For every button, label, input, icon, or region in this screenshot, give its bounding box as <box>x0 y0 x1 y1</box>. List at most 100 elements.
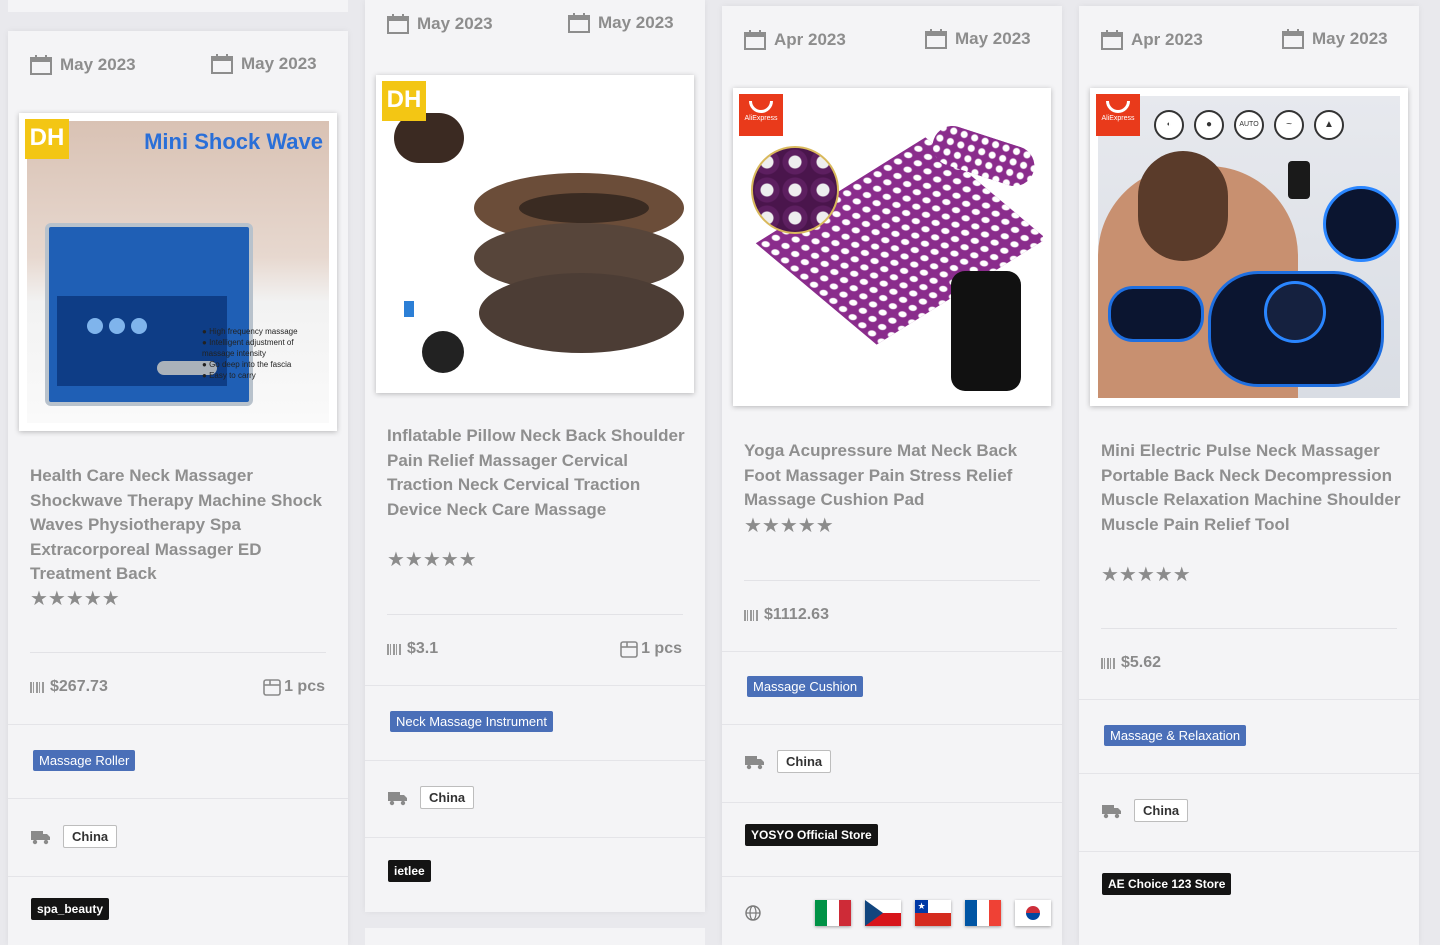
price: $267.73 <box>30 678 108 696</box>
calendar-icon <box>1101 30 1123 50</box>
store-badge[interactable]: spa_beauty <box>31 898 110 920</box>
divider <box>8 724 348 725</box>
calendar-icon <box>744 30 766 50</box>
rating-stars: ★★★★★ <box>387 549 477 571</box>
product-image[interactable]: ● High frequency massage ● Intelligent a… <box>19 113 337 431</box>
box-icon <box>263 679 281 696</box>
date-last-seen: May 2023 <box>568 13 674 33</box>
country-badge[interactable]: China <box>777 750 832 773</box>
price: $1112.63 <box>744 606 829 624</box>
card-stub-bottom <box>365 928 705 945</box>
date-last-seen: May 2023 <box>211 54 317 74</box>
product-card[interactable]: Apr 2023 May 2023 AliExpress Yoga Acupre… <box>722 6 1062 945</box>
category-tag[interactable]: Massage Roller <box>33 750 136 771</box>
flag-czech-icon <box>865 900 901 926</box>
divider <box>365 837 705 838</box>
date-first-seen: Apr 2023 <box>1101 30 1203 50</box>
product-card[interactable]: May 2023 May 2023 ● High frequency massa… <box>8 31 348 945</box>
rating-stars: ★★★★★ <box>744 515 834 537</box>
country-badge[interactable]: China <box>1134 799 1189 822</box>
divider <box>365 685 705 686</box>
date-last-seen: May 2023 <box>925 29 1031 49</box>
divider <box>722 802 1062 803</box>
feature-item: ● Easy to carry <box>202 371 256 380</box>
product-title[interactable]: Inflatable Pillow Neck Back Shoulder Pai… <box>387 424 687 522</box>
product-image[interactable]: AliExpress <box>733 88 1051 406</box>
divider <box>722 724 1062 725</box>
store-badge[interactable]: ietlee <box>388 860 431 882</box>
country-badge[interactable]: China <box>63 825 118 848</box>
truck-icon <box>745 755 764 769</box>
date-first-seen: May 2023 <box>30 55 136 75</box>
aliexpress-logo: AliExpress <box>739 94 783 136</box>
divider <box>365 760 705 761</box>
card-stub-top <box>8 0 348 12</box>
date-last-seen: May 2023 <box>1282 29 1388 49</box>
category-tag[interactable]: Massage Cushion <box>747 676 864 697</box>
divider <box>722 651 1062 652</box>
price: $5.62 <box>1101 654 1161 672</box>
rating-stars: ★★★★★ <box>30 588 120 610</box>
flag-chile-icon: ★ <box>915 900 951 926</box>
date-first-seen: May 2023 <box>387 14 493 34</box>
calendar-icon <box>30 55 52 75</box>
divider <box>30 652 326 653</box>
product-image[interactable]: DH <box>376 75 694 393</box>
dhgate-logo: DH <box>382 81 426 121</box>
barcode-icon <box>744 609 759 621</box>
shipping-origin: China <box>31 825 118 848</box>
shipping-origin: China <box>1102 799 1189 822</box>
price: $3.1 <box>387 640 438 658</box>
divider <box>1101 628 1397 629</box>
category-tag[interactable]: Neck Massage Instrument <box>390 711 554 732</box>
feature-item: ● Go deep into the fascia <box>202 360 292 369</box>
shipping-origin: China <box>388 786 475 809</box>
product-title[interactable]: Health Care Neck Massager Shockwave Ther… <box>30 464 330 587</box>
quantity: 1 pcs <box>620 640 682 658</box>
mode-icon: ~ <box>1274 110 1304 140</box>
product-card[interactable]: May 2023 May 2023 DH Inflatable Pillow N… <box>365 0 705 912</box>
product-card[interactable]: Apr 2023 May 2023 ◐ ● AUTO ~ ▲ AliExpres… <box>1079 6 1419 945</box>
calendar-icon <box>1282 29 1304 49</box>
barcode-icon <box>30 681 45 693</box>
flag-france-icon <box>965 900 1001 926</box>
truck-icon <box>31 830 50 844</box>
divider <box>1079 851 1419 852</box>
divider <box>744 580 1040 581</box>
barcode-icon <box>1101 657 1116 669</box>
target-markets: ★ <box>745 900 1051 926</box>
store-badge[interactable]: AE Choice 123 Store <box>1102 873 1232 895</box>
calendar-icon <box>211 54 233 74</box>
feature-item: ● Intelligent adjustment of massage inte… <box>202 338 294 358</box>
category-tag[interactable]: Massage & Relaxation <box>1104 725 1247 746</box>
divider <box>722 876 1062 877</box>
date-first-seen: Apr 2023 <box>744 30 846 50</box>
shipping-origin: China <box>745 750 832 773</box>
image-banner-text: Mini Shock Wave <box>144 129 323 154</box>
product-title[interactable]: Mini Electric Pulse Neck Massager Portab… <box>1101 439 1401 537</box>
divider <box>387 614 683 615</box>
calendar-icon <box>387 14 409 34</box>
country-badge[interactable]: China <box>420 786 475 809</box>
calendar-icon <box>568 13 590 33</box>
divider <box>1079 699 1419 700</box>
rating-stars: ★★★★★ <box>1101 564 1191 586</box>
divider <box>8 876 348 877</box>
mode-icon: AUTO <box>1234 110 1264 140</box>
mode-icon: ● <box>1194 110 1224 140</box>
truck-icon <box>388 791 407 805</box>
product-image[interactable]: ◐ ● AUTO ~ ▲ AliExpress <box>1090 88 1408 406</box>
feature-item: ● High frequency massage <box>202 327 298 336</box>
flag-italy-icon <box>815 900 851 926</box>
divider <box>8 798 348 799</box>
globe-icon <box>745 905 761 921</box>
box-icon <box>620 641 638 658</box>
calendar-icon <box>925 29 947 49</box>
flag-south-korea-icon <box>1015 900 1051 926</box>
truck-icon <box>1102 804 1121 818</box>
store-badge[interactable]: YOSYO Official Store <box>745 824 878 846</box>
mode-icon: ◐ <box>1154 110 1184 140</box>
aliexpress-logo: AliExpress <box>1096 94 1140 136</box>
quantity: 1 pcs <box>263 678 325 696</box>
product-title[interactable]: Yoga Acupressure Mat Neck Back Foot Mass… <box>744 439 1044 513</box>
